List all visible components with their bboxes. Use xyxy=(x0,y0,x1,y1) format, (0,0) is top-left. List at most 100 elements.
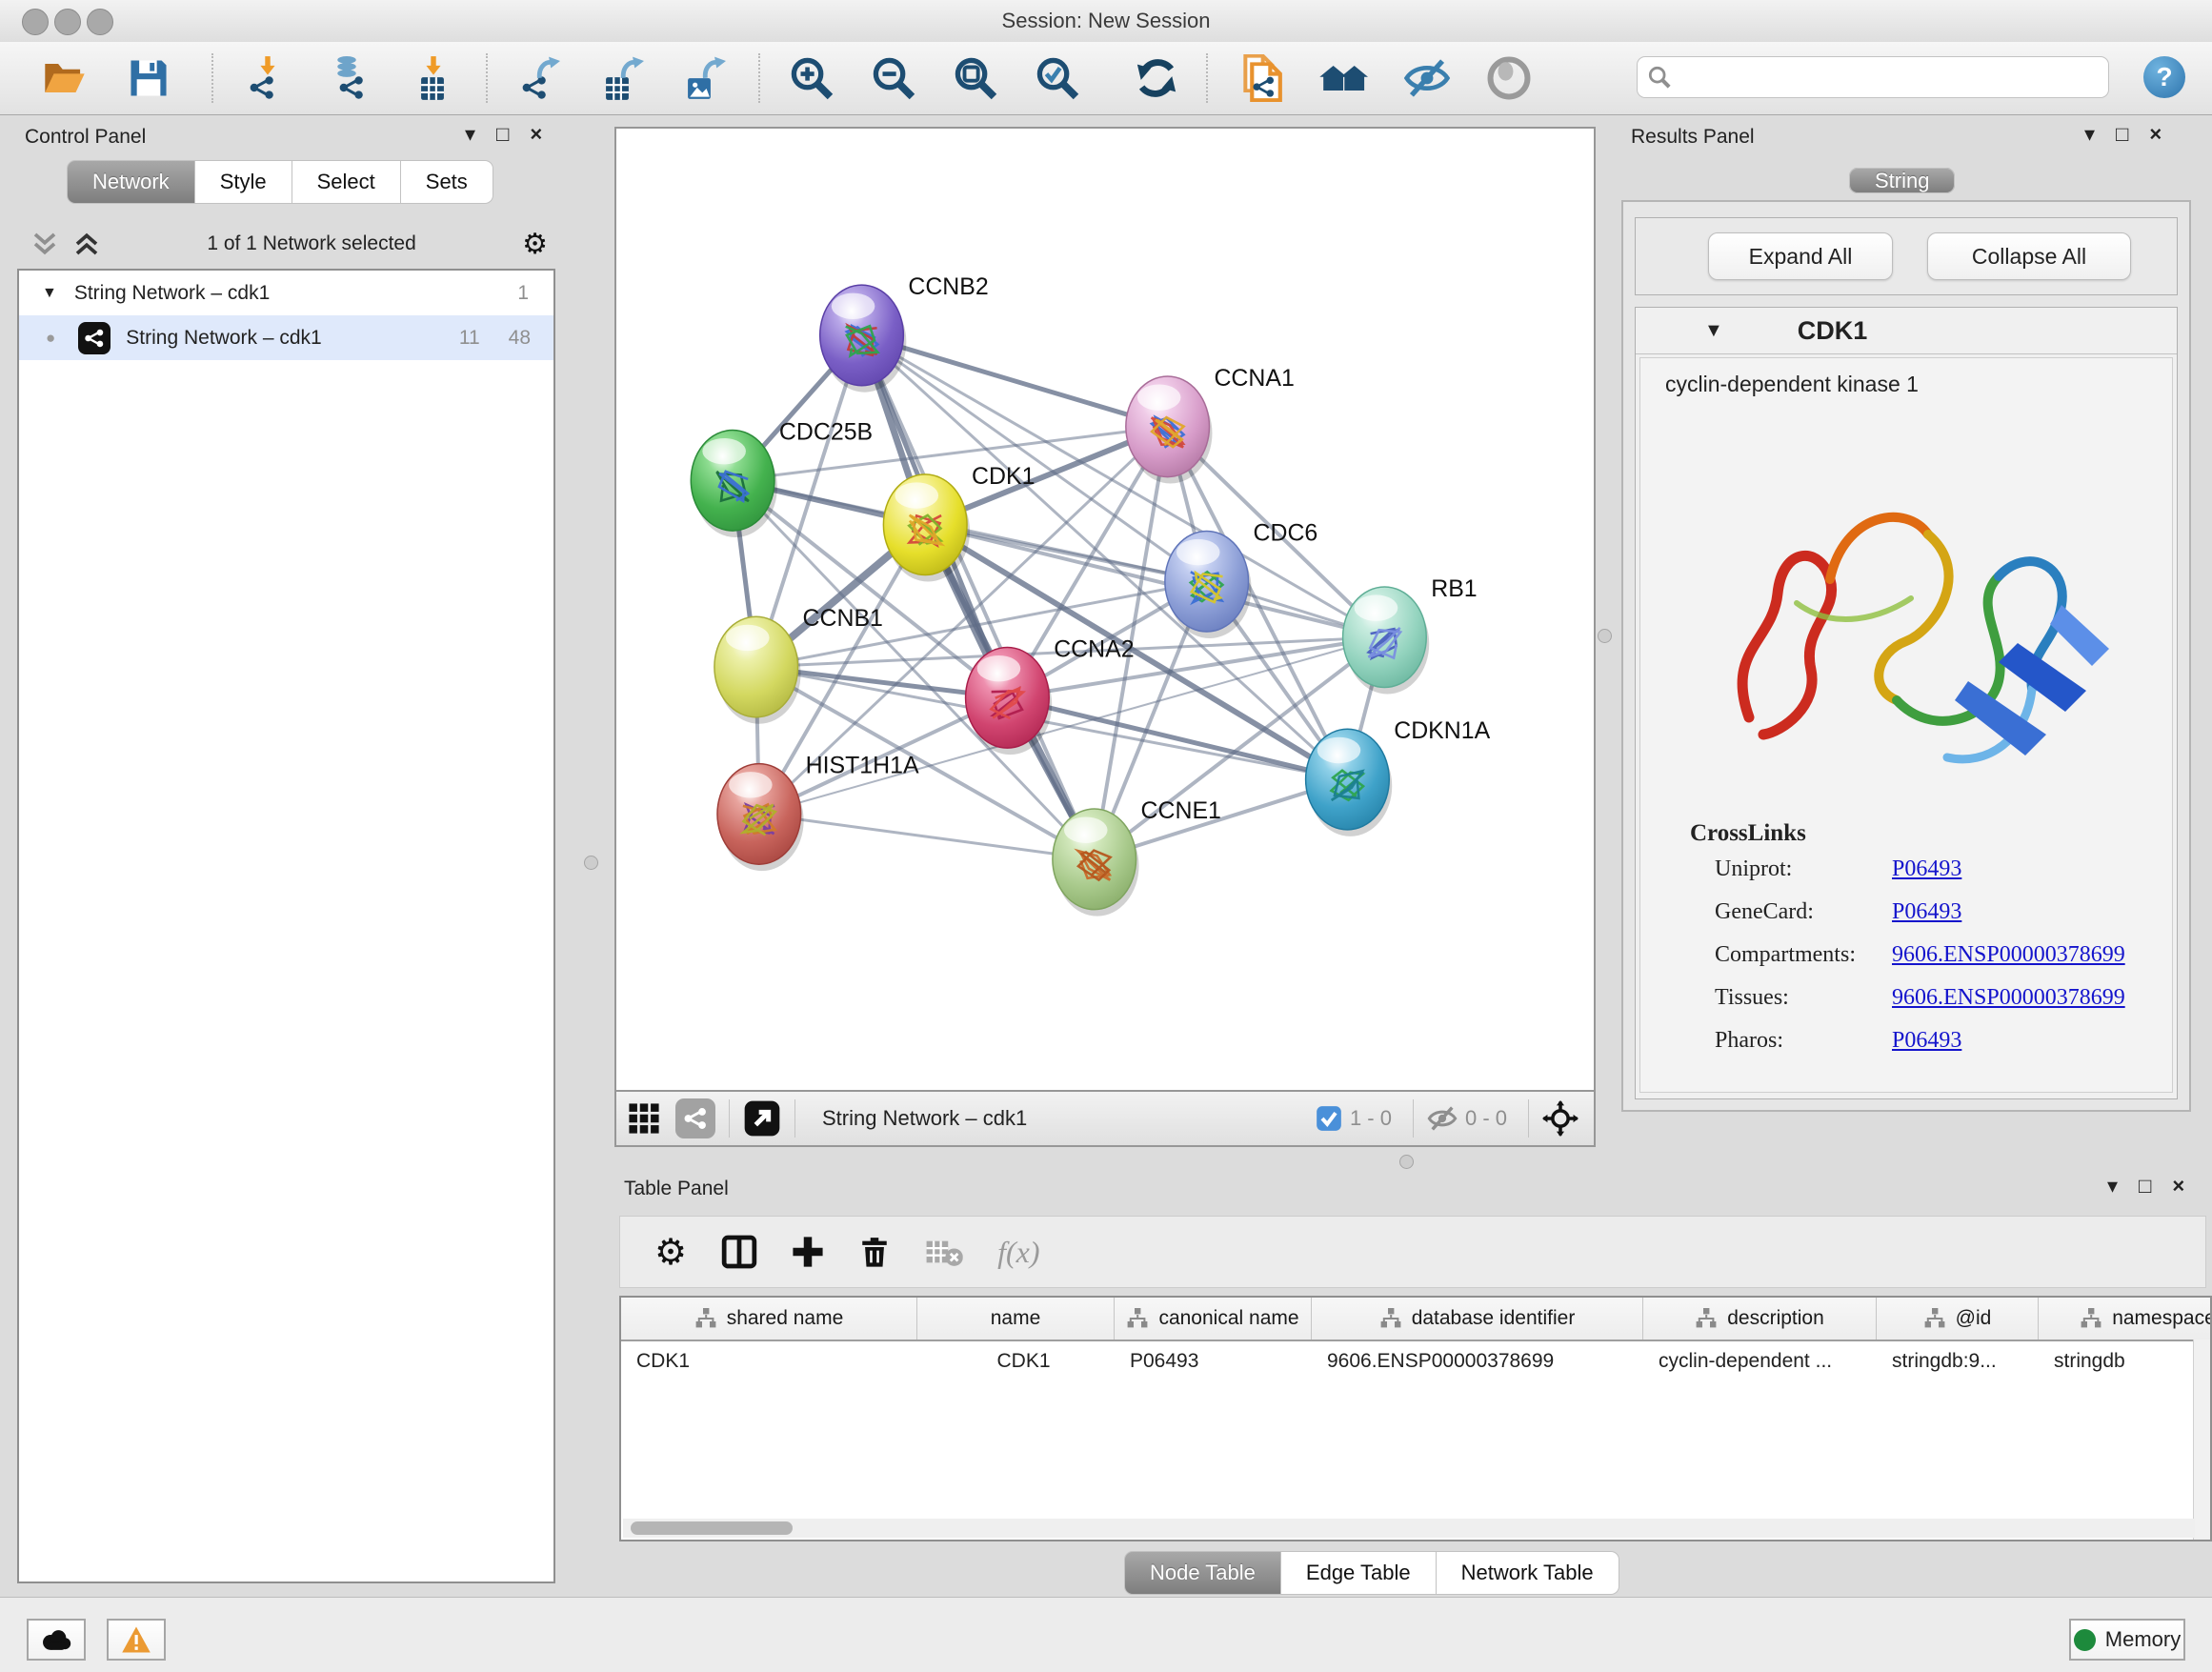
show-columns-icon[interactable] xyxy=(721,1234,757,1270)
tab-select[interactable]: Select xyxy=(292,160,401,204)
minimize-traffic-light[interactable] xyxy=(54,9,81,35)
save-session-button[interactable] xyxy=(118,51,179,105)
grid-view-icon[interactable] xyxy=(628,1102,660,1135)
table-cell[interactable]: CDK1 xyxy=(917,1341,1115,1381)
column-header-name[interactable]: name xyxy=(917,1298,1115,1340)
tab-style[interactable]: Style xyxy=(195,160,292,204)
column-header-@id[interactable]: @id xyxy=(1877,1298,2039,1340)
collapse-all-button[interactable]: Collapse All xyxy=(1927,232,2131,280)
panel-close-icon[interactable]: × xyxy=(2172,1174,2184,1199)
network-graph[interactable]: CCNB2CCNA1CDC25BCDK1CDC6RB1CCNB1CCNA2CDK… xyxy=(616,129,1594,1090)
import-network-from-database-button[interactable] xyxy=(318,51,379,105)
table-horizontal-scrollbar[interactable] xyxy=(623,1519,2195,1538)
panel-close-icon[interactable]: × xyxy=(2149,122,2162,147)
tab-edge-table[interactable]: Edge Table xyxy=(1281,1551,1437,1595)
selected-checkbox-icon[interactable] xyxy=(1316,1105,1342,1132)
add-column-icon[interactable] xyxy=(792,1236,824,1268)
delete-column-icon[interactable] xyxy=(858,1236,891,1268)
hidden-eye-icon[interactable] xyxy=(1427,1105,1458,1132)
node-table[interactable]: shared namenamecanonical namedatabase id… xyxy=(619,1296,2212,1541)
left-splitter-handle[interactable] xyxy=(584,856,598,870)
table-cell[interactable]: P06493 xyxy=(1115,1341,1312,1381)
share-view-icon[interactable] xyxy=(675,1098,715,1138)
node-HIST1H1A[interactable]: HIST1H1A xyxy=(717,753,919,872)
memory-button[interactable]: Memory xyxy=(2069,1619,2185,1661)
open-session-button[interactable] xyxy=(34,51,95,105)
table-cell[interactable]: 9606.ENSP00000378699 xyxy=(1312,1341,1643,1381)
cloud-button[interactable] xyxy=(27,1619,86,1661)
crosslink-link[interactable]: P06493 xyxy=(1892,856,1961,882)
tab-sets[interactable]: Sets xyxy=(401,160,493,204)
import-table-from-file-button[interactable] xyxy=(402,51,463,105)
node-CCNB1[interactable]: CCNB1 xyxy=(714,605,883,724)
node-CDC6[interactable]: CDC6 xyxy=(1165,519,1317,638)
expand-all-button[interactable]: Expand All xyxy=(1708,232,1893,280)
node-CDK1[interactable]: CDK1 xyxy=(883,463,1035,582)
crosslink-link[interactable]: 9606.ENSP00000378699 xyxy=(1892,942,2125,968)
apply-layout-button[interactable] xyxy=(1126,51,1187,105)
panel-float-icon[interactable]: □ xyxy=(2139,1174,2151,1199)
panel-close-icon[interactable]: × xyxy=(530,122,542,147)
scrollbar-thumb[interactable] xyxy=(631,1521,793,1535)
column-header-description[interactable]: description xyxy=(1643,1298,1877,1340)
network-collection-row[interactable]: ▼ String Network – cdk1 1 xyxy=(19,271,553,315)
table-row[interactable]: CDK1CDK1P064939606.ENSP00000378699cyclin… xyxy=(621,1341,2210,1381)
warnings-button[interactable] xyxy=(107,1619,166,1661)
crosslink-link[interactable]: 9606.ENSP00000378699 xyxy=(1892,985,2125,1011)
birdseye-icon[interactable] xyxy=(1542,1100,1579,1137)
table-cell[interactable]: stringdb:9... xyxy=(1877,1341,2039,1381)
import-network-from-file-button[interactable] xyxy=(236,51,297,105)
search-input[interactable] xyxy=(1637,56,2109,98)
tree-expander-icon[interactable]: ▼ xyxy=(42,285,57,302)
zoom-traffic-light[interactable] xyxy=(87,9,113,35)
hide-selected-button[interactable] xyxy=(1397,51,1458,105)
first-neighbors-button[interactable] xyxy=(1313,51,1374,105)
open-in-new-icon[interactable] xyxy=(743,1099,781,1138)
table-vertical-scrollbar[interactable] xyxy=(2193,1340,2210,1540)
column-header-database-identifier[interactable]: database identifier xyxy=(1312,1298,1643,1340)
close-traffic-light[interactable] xyxy=(22,9,49,35)
export-table-button[interactable] xyxy=(593,51,654,105)
panel-menu-icon[interactable]: ▾ xyxy=(2107,1174,2118,1199)
panel-float-icon[interactable]: □ xyxy=(2116,122,2128,147)
table-settings-icon[interactable]: ⚙ xyxy=(654,1231,687,1274)
edge-HIST1H1A-CCNE1[interactable] xyxy=(759,814,1095,858)
tab-network[interactable]: Network xyxy=(67,160,195,204)
show-sphere-button[interactable] xyxy=(1478,51,1539,105)
table-cell[interactable]: cyclin-dependent ... xyxy=(1643,1341,1877,1381)
zoom-fit-button[interactable] xyxy=(945,51,1006,105)
protein-card-header[interactable]: ▼ CDK1 xyxy=(1636,308,2177,354)
zoom-out-button[interactable] xyxy=(863,51,924,105)
results-tab-string[interactable]: String xyxy=(1849,160,1955,202)
network-panel-gear-icon[interactable]: ⚙ xyxy=(522,228,548,261)
tab-network-table[interactable]: Network Table xyxy=(1437,1551,1619,1595)
tab-node-table[interactable]: Node Table xyxy=(1124,1551,1281,1595)
node-RB1[interactable]: RB1 xyxy=(1343,575,1478,695)
export-network-button[interactable] xyxy=(511,51,572,105)
clone-network-button[interactable] xyxy=(1231,51,1292,105)
node-CCNE1[interactable]: CCNE1 xyxy=(1053,797,1221,917)
network-canvas[interactable]: CCNB2CCNA1CDC25BCDK1CDC6RB1CCNB1CCNA2CDK… xyxy=(614,127,1596,1092)
column-header-shared-name[interactable]: shared name xyxy=(621,1298,917,1340)
crosslink-link[interactable]: P06493 xyxy=(1892,899,1961,925)
panel-menu-icon[interactable]: ▾ xyxy=(465,122,475,147)
expand-all-icon[interactable] xyxy=(72,230,101,258)
node-CDKN1A[interactable]: CDKN1A xyxy=(1306,717,1491,836)
zoom-in-button[interactable] xyxy=(781,51,842,105)
help-button[interactable]: ? xyxy=(2143,56,2185,98)
column-header-namespace[interactable]: namespace xyxy=(2039,1298,2212,1340)
export-image-button[interactable] xyxy=(674,51,735,105)
zoom-selected-button[interactable] xyxy=(1027,51,1088,105)
collapse-all-icon[interactable] xyxy=(30,230,59,258)
edge-CCNB2-CCNA1[interactable] xyxy=(862,335,1168,427)
table-cell[interactable]: stringdb xyxy=(2039,1341,2212,1381)
crosslink-link[interactable]: P06493 xyxy=(1892,1028,1961,1054)
panel-float-icon[interactable]: □ xyxy=(496,122,509,147)
network-row-selected[interactable]: ● String Network – cdk1 11 48 xyxy=(19,315,553,360)
edge-CCNB2-CCNE1[interactable] xyxy=(862,335,1095,859)
table-cell[interactable]: CDK1 xyxy=(621,1341,917,1381)
panel-menu-icon[interactable]: ▾ xyxy=(2084,122,2095,147)
column-header-canonical-name[interactable]: canonical name xyxy=(1115,1298,1312,1340)
card-expander-icon[interactable]: ▼ xyxy=(1704,320,1723,342)
bottom-splitter-handle[interactable] xyxy=(1399,1155,1414,1169)
